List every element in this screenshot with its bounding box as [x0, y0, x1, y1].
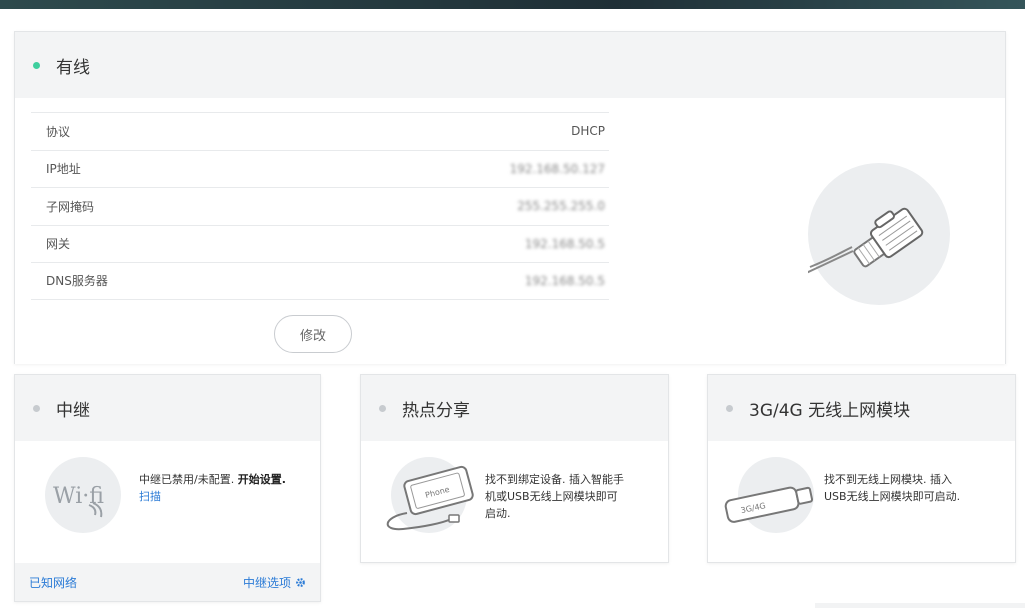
known-networks-link[interactable]: 已知网络	[29, 574, 77, 591]
row-label: 协议	[46, 124, 71, 139]
info-row-dns: DNS服务器 192.168.50.5	[31, 262, 609, 300]
relay-options-label: 中继选项	[242, 575, 291, 590]
info-row-protocol: 协议 DHCP	[31, 112, 609, 150]
mobile-module-description: 找不到无线上网模块. 插入USB无线上网模块即可启动.	[824, 473, 961, 503]
relay-text-prefix: 中继已禁用/未配置.	[139, 473, 235, 486]
relay-card: 中继 Wi·fi 中继已禁用/未配置. 开始设置. 扫描 已知网络 中继选项	[14, 374, 321, 602]
wifi-icon: Wi·fi	[45, 457, 121, 533]
hotspot-header: 热点分享	[361, 375, 668, 441]
row-label: 子网掩码	[46, 199, 95, 214]
scan-link[interactable]: 扫描	[139, 490, 161, 503]
status-dot-icon	[726, 404, 733, 412]
relay-footer: 已知网络 中继选项	[15, 563, 320, 601]
row-value: 192.168.50.5	[524, 236, 605, 251]
wired-header: 有线	[15, 32, 1005, 98]
row-label: DNS服务器	[46, 274, 108, 289]
relay-text-bold: 开始设置.	[237, 473, 286, 486]
hotspot-title: 热点分享	[402, 400, 470, 421]
usb-modem-icon: 3G/4G	[724, 457, 814, 533]
row-value: 255.255.255.0	[517, 199, 605, 214]
row-label: IP地址	[46, 162, 81, 177]
info-row-netmask: 子网掩码 255.255.255.0	[31, 187, 609, 225]
relay-options-link[interactable]: 中继选项	[243, 574, 306, 591]
row-value: DHCP	[571, 124, 605, 139]
info-row-ip: IP地址 192.168.50.127	[31, 149, 609, 188]
row-value: 192.168.50.5	[524, 273, 605, 288]
wired-title: 有线	[56, 57, 90, 78]
status-dot-icon	[33, 404, 40, 412]
relay-header: 中继	[15, 375, 320, 441]
wired-info-table: 协议 DHCP IP地址 192.168.50.127 子网掩码 255.255…	[31, 112, 609, 300]
row-label: 网关	[46, 237, 71, 252]
mobile-module-header: 3G/4G 无线上网模块	[708, 375, 1015, 441]
row-value: 192.168.50.127	[509, 161, 605, 176]
mobile-module-title: 3G/4G 无线上网模块	[749, 400, 911, 421]
ethernet-cable-icon	[805, 163, 950, 305]
info-row-gateway: 网关 192.168.50.5	[31, 224, 609, 263]
modify-button[interactable]: 修改	[274, 315, 352, 353]
wired-card: 有线 协议 DHCP IP地址 192.168.50.127 子网掩码 255.…	[14, 31, 1006, 364]
mobile-module-card: 3G/4G 无线上网模块 3G/4G 找不到无线上网模块. 插入USB无线上网模…	[707, 374, 1016, 563]
relay-title: 中继	[56, 400, 90, 421]
top-bar	[0, 0, 1025, 9]
gear-icon	[296, 577, 305, 587]
divider	[815, 603, 1025, 608]
phone-usb-icon: Phone	[386, 457, 474, 533]
relay-description: 中继已禁用/未配置. 开始设置. 扫描	[139, 471, 299, 505]
hotspot-card: 热点分享 Phone 找不到绑定设备. 插入智能手机或USB无线上网模块即可启动…	[360, 374, 669, 563]
hotspot-description: 找不到绑定设备. 插入智能手机或USB无线上网模块即可启动.	[485, 473, 624, 520]
status-dot-icon	[379, 404, 386, 412]
status-dot-icon	[33, 61, 40, 69]
